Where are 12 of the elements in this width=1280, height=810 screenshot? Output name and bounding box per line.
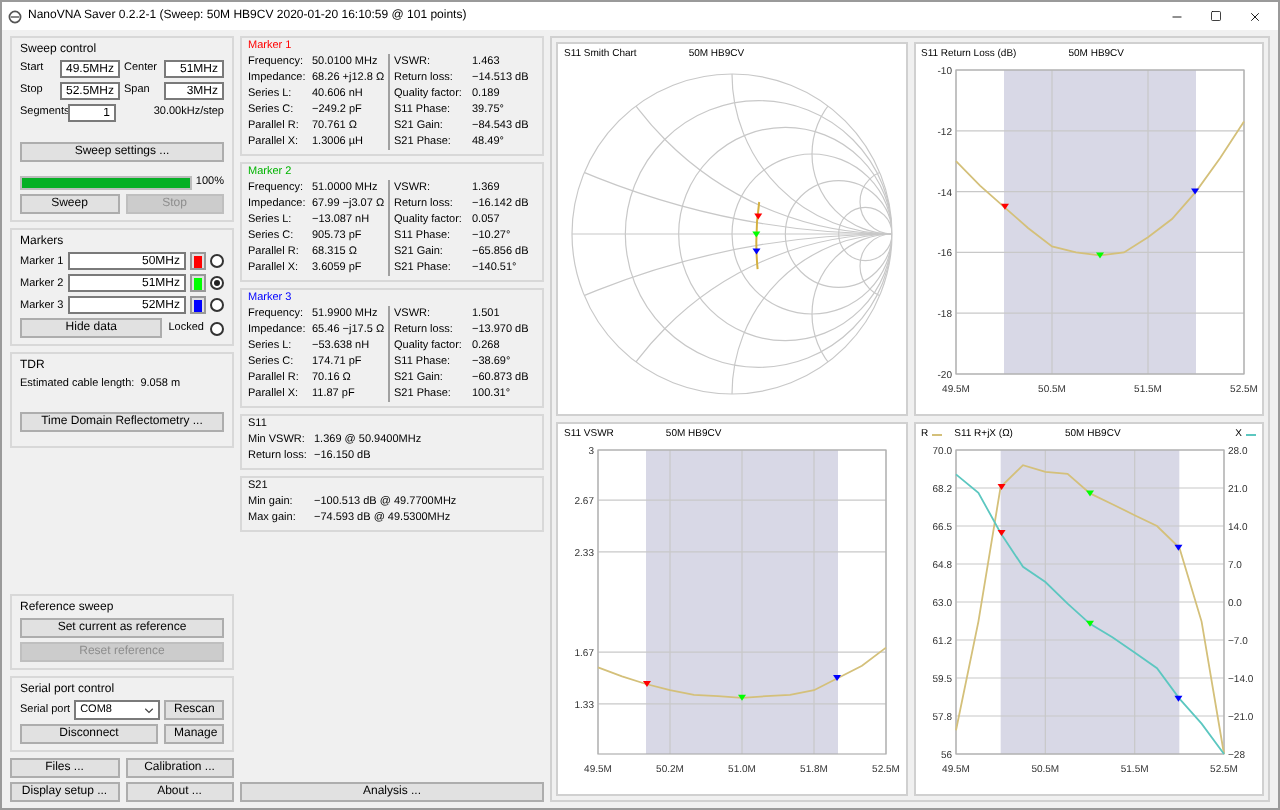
app-icon: [8, 9, 22, 23]
chevron-down-icon: [144, 707, 154, 713]
radio-button[interactable]: [210, 321, 224, 336]
maximize-icon[interactable]: [1210, 10, 1222, 22]
radio-button[interactable]: [210, 276, 224, 291]
color-swatch[interactable]: [190, 296, 206, 315]
close-icon[interactable]: [1248, 9, 1262, 23]
color-swatch[interactable]: [190, 274, 206, 293]
color-swatch[interactable]: [190, 252, 206, 271]
radio-button[interactable]: [210, 298, 224, 313]
radio-button[interactable]: [210, 254, 224, 269]
impedance-trace: [755, 201, 761, 271]
